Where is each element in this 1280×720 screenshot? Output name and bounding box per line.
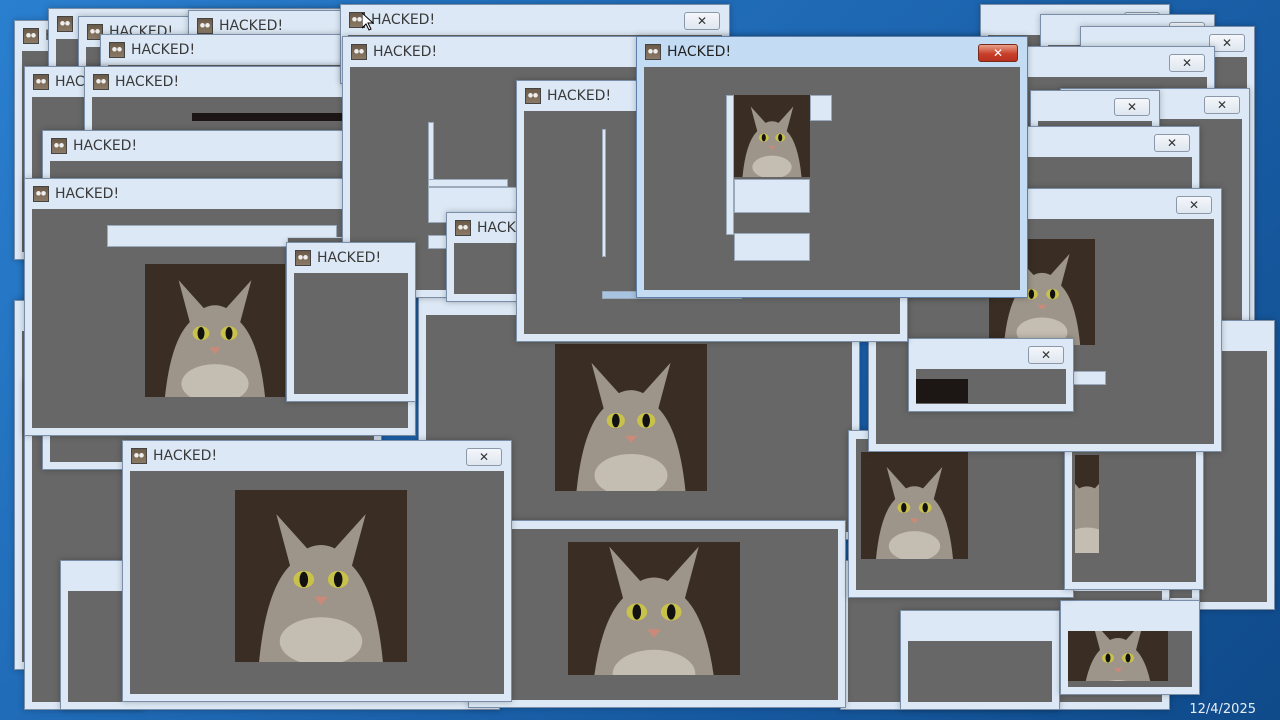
hacked-window[interactable]: [848, 430, 1074, 598]
title-bar[interactable]: ✕: [916, 339, 1066, 369]
close-icon: ✕: [1216, 98, 1228, 112]
hacked-window[interactable]: [1060, 600, 1200, 695]
window-title: HACKED!: [317, 250, 382, 266]
window-client: [916, 369, 1066, 404]
cat-icon: [33, 74, 49, 90]
render-artifact: [726, 95, 734, 235]
cat-photo: [145, 264, 285, 397]
window-client: [1068, 631, 1192, 687]
cat-icon: [131, 448, 147, 464]
title-bar[interactable]: [476, 521, 838, 529]
cat-photo: [235, 490, 407, 662]
desktop: HACKED! HACKED! HACKED! HACKED! HACKED!: [0, 0, 1280, 720]
taskbar-date: 12/4/2025: [1189, 702, 1256, 717]
hacked-window[interactable]: [1064, 440, 1204, 590]
window-client: [856, 439, 1066, 590]
close-button[interactable]: ✕: [684, 12, 720, 30]
window-title: HACKED!: [131, 42, 196, 58]
window-title: HACKED!: [153, 448, 218, 464]
title-bar[interactable]: HACKED! ✕: [348, 5, 722, 35]
close-icon: ✕: [1188, 198, 1200, 212]
window-client: [644, 67, 1020, 290]
close-button[interactable]: ✕: [1028, 346, 1064, 364]
cat-photo: [861, 452, 968, 559]
close-icon: ✕: [992, 46, 1004, 60]
render-artifact: [428, 122, 434, 180]
window-title: HACKED!: [371, 12, 436, 28]
cat-icon: [455, 220, 471, 236]
close-icon: ✕: [1181, 56, 1193, 70]
cat-icon: [51, 138, 67, 154]
title-bar[interactable]: [908, 611, 1052, 641]
title-bar[interactable]: HACKED!: [92, 67, 376, 97]
close-button[interactable]: ✕: [1176, 196, 1212, 214]
window-title: HACKED!: [73, 138, 138, 154]
close-icon: ✕: [1040, 348, 1052, 362]
render-artifact: [734, 233, 810, 261]
title-bar[interactable]: HACKED!: [294, 243, 408, 273]
title-bar[interactable]: [1068, 601, 1192, 631]
close-button[interactable]: ✕: [1114, 98, 1150, 116]
title-bar[interactable]: ✕: [1038, 91, 1152, 121]
window-client: [476, 529, 838, 700]
render-artifact: [428, 179, 508, 187]
close-icon: ✕: [1166, 136, 1178, 150]
close-button[interactable]: ✕: [978, 44, 1018, 62]
hacked-window[interactable]: HACKED!: [286, 242, 416, 402]
cat-photo: [1075, 455, 1099, 553]
window-title: HACKED!: [115, 74, 180, 90]
hacked-window[interactable]: HACKED! ✕: [122, 440, 512, 702]
window-title: HACKED!: [373, 44, 438, 60]
window-client: [908, 641, 1052, 702]
title-bar[interactable]: HACKED! ✕: [644, 37, 1020, 67]
render-artifact: [602, 129, 606, 257]
cat-icon: [645, 44, 661, 60]
close-icon: ✕: [1126, 100, 1138, 114]
mouse-cursor-icon: [362, 13, 374, 31]
cat-photo: [555, 344, 707, 491]
close-icon: ✕: [478, 450, 490, 464]
window-title: HACKED!: [547, 88, 612, 104]
render-artifact: [734, 179, 810, 213]
render-artifact: [192, 113, 352, 121]
cat-icon: [197, 18, 213, 34]
close-button[interactable]: ✕: [1204, 96, 1240, 114]
cat-photo: [1068, 631, 1168, 681]
title-bar[interactable]: HACKED! ✕: [130, 441, 504, 471]
title-bar[interactable]: HACKED!: [50, 131, 374, 161]
hacked-window[interactable]: [468, 520, 846, 708]
close-button[interactable]: ✕: [1154, 134, 1190, 152]
cat-icon: [93, 74, 109, 90]
render-artifact: [916, 379, 968, 403]
render-artifact: [810, 95, 832, 121]
title-bar[interactable]: ✕: [1008, 47, 1207, 77]
cat-icon: [351, 44, 367, 60]
close-icon: ✕: [1221, 36, 1233, 50]
title-bar[interactable]: HACKED!: [108, 35, 352, 65]
cat-icon: [525, 88, 541, 104]
cat-photo: [734, 95, 810, 177]
window-title: HACKED!: [55, 186, 120, 202]
window-client: [294, 273, 408, 394]
cat-icon: [57, 16, 73, 32]
hacked-window[interactable]: [900, 610, 1060, 710]
window-client: [130, 471, 504, 694]
cat-icon: [33, 186, 49, 202]
window-client: [1072, 449, 1196, 582]
close-button[interactable]: ✕: [1169, 54, 1205, 72]
cat-icon: [23, 28, 39, 44]
cat-photo: [568, 542, 740, 675]
cat-icon: [109, 42, 125, 58]
hacked-window-active[interactable]: HACKED! ✕: [636, 36, 1028, 298]
close-button[interactable]: ✕: [466, 448, 502, 466]
window-title: HACKED!: [667, 44, 732, 60]
window-title: HACKED!: [219, 18, 284, 34]
close-icon: ✕: [696, 14, 708, 28]
cat-icon: [295, 250, 311, 266]
hacked-window[interactable]: ✕: [908, 338, 1074, 412]
